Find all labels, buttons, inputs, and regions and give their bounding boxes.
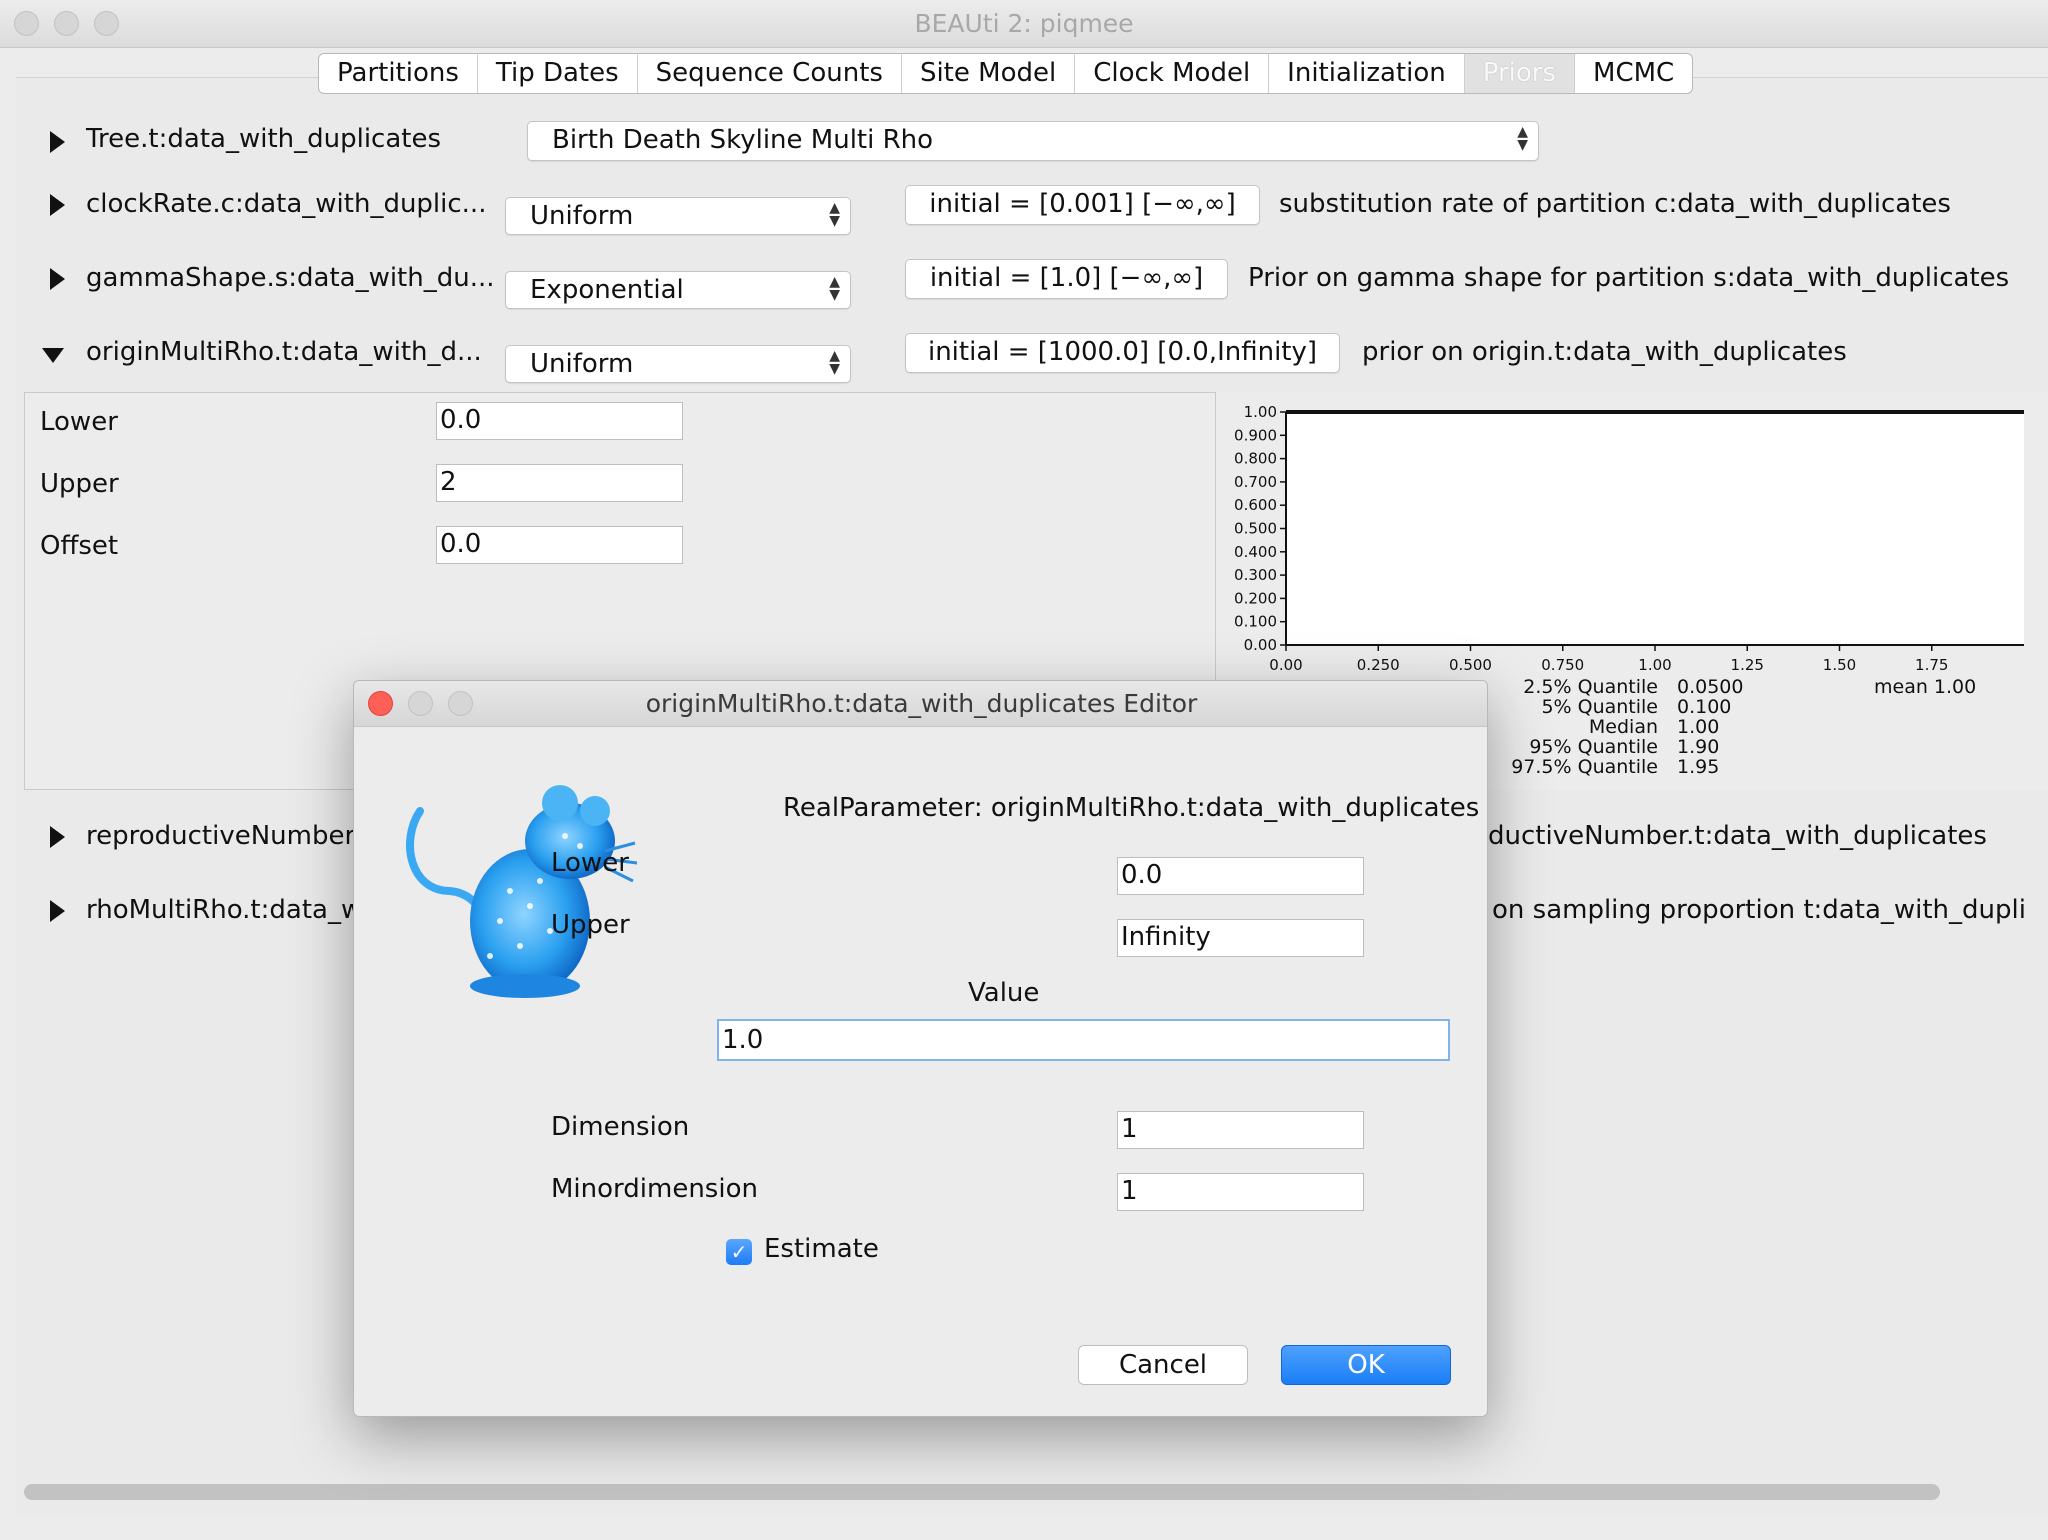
window-title: BEAUti 2: piqmee bbox=[914, 9, 1134, 38]
stat-value: 1.95 bbox=[1677, 756, 1720, 778]
dialog-value-input[interactable]: 1.0 bbox=[717, 1019, 1450, 1061]
x-tick-label: 0.250 bbox=[1357, 656, 1400, 674]
gammashape-prior-label: gammaShape.s:data_with_du... bbox=[86, 263, 495, 293]
select-arrows-icon: ▲ ▼ bbox=[829, 348, 840, 377]
chart-stats: 2.5% Quantile 0.0500 5% Quantile 0.100 Media… bbox=[1400, 676, 2000, 780]
tab-initialization[interactable]: Initialization bbox=[1269, 54, 1465, 93]
clockrate-description: substitution rate of partition c:data_wi… bbox=[1279, 189, 1951, 219]
tab-site-model[interactable]: Site Model bbox=[902, 54, 1076, 93]
y-tick-label: 0.800 bbox=[1234, 450, 1277, 468]
y-tick-label: 0.500 bbox=[1234, 520, 1277, 538]
stat-label: 95% Quantile bbox=[1529, 736, 1658, 758]
origin-lower-label: Lower bbox=[40, 407, 118, 437]
stat-value: 0.0500 bbox=[1677, 676, 1744, 698]
x-tick-label: 1.75 bbox=[1915, 656, 1948, 674]
tree-prior-label: Tree.t:data_with_duplicates bbox=[86, 124, 442, 154]
ok-button[interactable]: OK bbox=[1281, 1345, 1451, 1385]
y-tick-label: 0.700 bbox=[1234, 473, 1277, 491]
collapse-origin-icon[interactable] bbox=[42, 348, 64, 363]
parameter-editor-dialog: originMultiRho.t:data_with_duplicates Ed… bbox=[353, 680, 1488, 1417]
dialog-dimension-label: Dimension bbox=[551, 1112, 690, 1142]
dialog-minordimension-label: Minordimension bbox=[551, 1174, 758, 1204]
origin-upper-label: Upper bbox=[40, 469, 119, 499]
dialog-lower-label: Lower bbox=[551, 848, 629, 878]
tab-partitions[interactable]: Partitions bbox=[319, 54, 478, 93]
origin-dist-select[interactable]: Uniform ▲ ▼ bbox=[505, 345, 851, 383]
tab-clock-model[interactable]: Clock Model bbox=[1075, 54, 1270, 93]
y-tick-label: 0.200 bbox=[1234, 589, 1277, 607]
x-tick-label: 1.50 bbox=[1823, 656, 1856, 674]
estimate-label: Estimate bbox=[764, 1234, 879, 1264]
expand-rho-icon[interactable] bbox=[50, 900, 65, 922]
cancel-button[interactable]: Cancel bbox=[1078, 1345, 1248, 1385]
y-tick-label: 0.900 bbox=[1234, 426, 1277, 444]
gammashape-dist-select[interactable]: Exponential ▲ ▼ bbox=[505, 271, 851, 309]
clockrate-initial-button[interactable]: initial = [0.001] [−∞,∞] bbox=[905, 185, 1260, 225]
expand-gammashape-icon[interactable] bbox=[50, 268, 65, 290]
stat-label: 5% Quantile bbox=[1541, 696, 1658, 718]
gammashape-initial-button[interactable]: initial = [1.0] [−∞,∞] bbox=[905, 259, 1228, 299]
x-tick-label: 0.00 bbox=[1269, 656, 1302, 674]
x-tick-label: 1.00 bbox=[1638, 656, 1671, 674]
clockrate-dist-select[interactable]: Uniform ▲ ▼ bbox=[505, 197, 851, 235]
reproductive-prior-label: reproductiveNumberM bbox=[86, 821, 378, 851]
origin-prior-label: originMultiRho.t:data_with_d... bbox=[86, 337, 482, 367]
tree-model-select[interactable]: Birth Death Skyline Multi Rho ▲ ▼ bbox=[527, 121, 1539, 161]
y-tick-label: 0.600 bbox=[1234, 496, 1277, 514]
tab-sequence-counts[interactable]: Sequence Counts bbox=[638, 54, 902, 93]
y-tick-label: 0.100 bbox=[1234, 613, 1277, 631]
plot-background bbox=[1286, 412, 2024, 645]
clockrate-dist-value: Uniform bbox=[530, 201, 634, 231]
origin-dist-value: Uniform bbox=[530, 349, 634, 379]
gammashape-dist-value: Exponential bbox=[530, 275, 684, 305]
clockrate-prior-label: clockRate.c:data_with_duplic... bbox=[86, 189, 487, 219]
stat-label: 2.5% Quantile bbox=[1523, 676, 1658, 698]
expand-clockrate-icon[interactable] bbox=[50, 194, 65, 216]
stat-value: 1.90 bbox=[1677, 736, 1720, 758]
beast-rat-logo-icon bbox=[406, 785, 638, 998]
horizontal-scrollbar[interactable] bbox=[24, 1484, 1940, 1500]
origin-description: prior on origin.t:data_with_duplicates bbox=[1362, 337, 1847, 367]
tab-mcmc[interactable]: MCMC bbox=[1575, 54, 1692, 93]
dialog-value-label: Value bbox=[968, 978, 1040, 1008]
stat-value: 1.00 bbox=[1677, 716, 1720, 738]
dialog-upper-label: Upper bbox=[551, 910, 630, 940]
rho-prior-label: rhoMultiRho.t:data_w bbox=[86, 895, 363, 925]
dialog-minordimension-input[interactable]: 1 bbox=[1117, 1173, 1364, 1211]
reproductive-description: ductiveNumber.t:data_with_duplicates bbox=[1488, 821, 1987, 851]
dialog-heading: RealParameter: originMultiRho.t:data_wit… bbox=[783, 793, 1480, 823]
select-arrows-icon: ▲ ▼ bbox=[1517, 124, 1528, 153]
gammashape-description: Prior on gamma shape for partition s:dat… bbox=[1248, 263, 2010, 293]
x-tick-label: 0.500 bbox=[1449, 656, 1492, 674]
x-tick-label: 0.750 bbox=[1541, 656, 1584, 674]
y-tick-label: 0.400 bbox=[1234, 543, 1277, 561]
origin-offset-label: Offset bbox=[40, 531, 119, 561]
tab-bar: Partitions Tip Dates Sequence Counts Sit… bbox=[318, 53, 1694, 94]
dialog-upper-input[interactable]: Infinity bbox=[1117, 919, 1364, 957]
origin-lower-input[interactable]: 0.0 bbox=[436, 402, 683, 440]
dialog-dimension-input[interactable]: 1 bbox=[1117, 1111, 1364, 1149]
origin-initial-button[interactable]: initial = [1000.0] [0.0,Infinity] bbox=[905, 333, 1340, 373]
stat-label: Median bbox=[1588, 716, 1658, 738]
tab-priors[interactable]: Priors bbox=[1464, 54, 1576, 93]
select-arrows-icon: ▲ ▼ bbox=[829, 274, 840, 303]
expand-tree-icon[interactable] bbox=[50, 131, 65, 153]
select-arrows-icon: ▲ ▼ bbox=[829, 200, 840, 229]
expand-reproductive-icon[interactable] bbox=[50, 826, 65, 848]
dialog-lower-input[interactable]: 0.0 bbox=[1117, 857, 1364, 895]
x-tick-label: 1.25 bbox=[1731, 656, 1764, 674]
origin-upper-input[interactable]: 2 bbox=[436, 464, 683, 502]
estimate-checkbox[interactable]: ✓ bbox=[726, 1239, 752, 1265]
stat-mean: mean 1.00 bbox=[1874, 676, 1977, 698]
y-tick-label: 0.300 bbox=[1234, 566, 1277, 584]
y-tick-label: 1.00 bbox=[1244, 403, 1277, 421]
tab-tip-dates[interactable]: Tip Dates bbox=[478, 54, 638, 93]
y-tick-label: 0.00 bbox=[1244, 636, 1277, 654]
origin-offset-input[interactable]: 0.0 bbox=[436, 526, 683, 564]
tree-model-value: Birth Death Skyline Multi Rho bbox=[552, 125, 934, 155]
stat-value: 0.100 bbox=[1677, 696, 1732, 718]
rho-description: on sampling proportion t:data_with_dupli… bbox=[1492, 895, 2024, 925]
dialog-title: originMultiRho.t:data_with_duplicates Ed… bbox=[645, 689, 1198, 718]
stat-label: 97.5% Quantile bbox=[1511, 756, 1658, 778]
